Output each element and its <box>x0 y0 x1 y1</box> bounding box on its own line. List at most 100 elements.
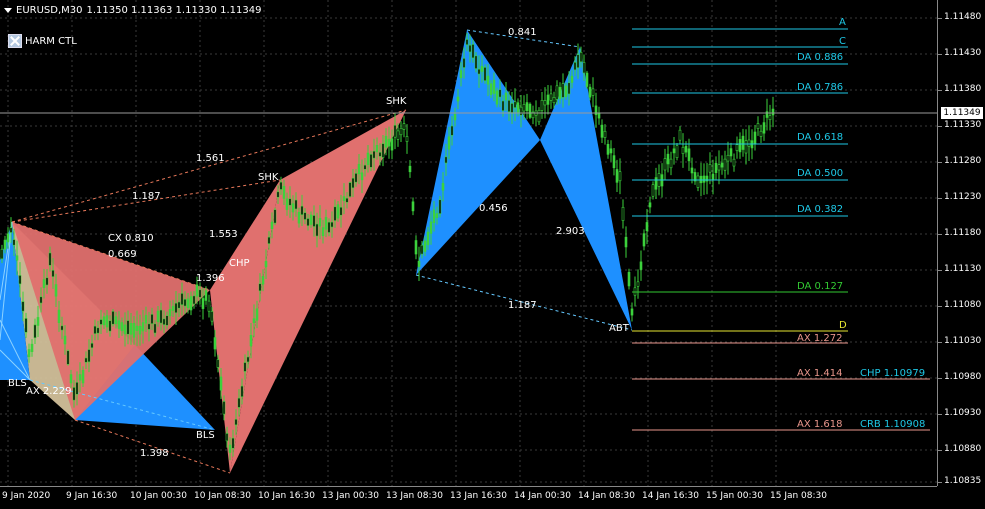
candle-body <box>0 248 4 260</box>
candle-body <box>492 79 496 94</box>
candle-body <box>504 92 508 101</box>
candle-body <box>417 260 421 267</box>
candle-body <box>114 316 118 325</box>
candle-body <box>666 153 670 165</box>
ratio-label: 1.561 <box>196 153 225 164</box>
candle-body <box>456 96 460 102</box>
candle-body <box>123 324 127 335</box>
time-tick: 13 Jan 08:30 <box>386 491 443 501</box>
candle-body <box>93 325 97 334</box>
candle-body <box>231 437 235 449</box>
price-tick-mark <box>938 198 942 199</box>
price-tick: 1.10835 <box>944 476 982 486</box>
price-axis[interactable]: 1.11480 1.11430 1.11380 1.11330 1.11280 1.112… <box>937 0 985 486</box>
candle-body <box>345 197 349 203</box>
time-axis[interactable]: 9 Jan 2020 9 Jan 16:30 10 Jan 00:30 10 Jan … <box>0 486 937 509</box>
harm-ctl-indicator[interactable]: HARM CTL <box>8 34 77 48</box>
candle-body <box>147 323 151 330</box>
candle-body <box>711 173 715 181</box>
candle-body <box>741 135 745 150</box>
candle-body <box>300 205 304 216</box>
candle-body <box>297 211 301 224</box>
candle-body <box>18 275 22 285</box>
candle-body <box>483 67 487 81</box>
price-tick: 1.10980 <box>944 372 982 382</box>
candle-body <box>171 305 175 311</box>
ratio-label: 0.669 <box>108 249 137 260</box>
chart-menu-icon[interactable] <box>4 7 12 13</box>
candle-body <box>396 130 400 140</box>
indicator-label: HARM CTL <box>25 35 77 47</box>
candle-body <box>312 215 316 227</box>
close-icon[interactable] <box>8 34 22 48</box>
candle-body <box>702 175 706 183</box>
time-tick: 9 Jan 2020 <box>2 491 51 501</box>
level-label: CHP 1.10979 <box>860 368 926 379</box>
candle-body <box>60 325 64 331</box>
candle-body <box>177 301 181 309</box>
candle-body <box>435 213 439 218</box>
ratio-label: 1.187 <box>508 300 537 311</box>
candle-body <box>489 83 493 95</box>
candle-body <box>348 182 352 197</box>
candle-body <box>624 236 628 248</box>
price-tick-mark <box>938 126 942 127</box>
candle-body <box>606 143 610 155</box>
ratio-label: AX 2.229 <box>26 386 72 397</box>
symbol-timeframe: EURUSD,M30 <box>16 4 83 16</box>
time-tick: 10 Jan 16:30 <box>258 491 315 501</box>
candle-body <box>561 83 565 98</box>
ratio-label: 1.396 <box>196 273 225 284</box>
level-label: DA 0.786 <box>797 82 844 93</box>
price-tick-mark <box>938 234 942 235</box>
candle-body <box>537 109 541 123</box>
candle-body <box>198 289 202 298</box>
candle-body <box>57 309 61 323</box>
candle-body <box>528 103 532 118</box>
candle-body <box>51 270 55 277</box>
candle-body <box>186 298 190 309</box>
candle-body <box>228 444 232 453</box>
candle-body <box>546 94 550 105</box>
time-tick: 10 Jan 08:30 <box>194 491 251 501</box>
candle-body <box>582 62 586 74</box>
candle-body <box>126 320 130 335</box>
candle-body <box>264 261 268 268</box>
candle-body <box>219 376 223 391</box>
candle-body <box>135 325 139 332</box>
candle-body <box>159 309 163 324</box>
candle-body <box>771 108 775 116</box>
candle-body <box>714 162 718 173</box>
level-label: AX 1.618 <box>797 419 843 430</box>
candle-body <box>15 255 19 261</box>
candle-body <box>282 185 286 199</box>
candle-body <box>738 139 742 153</box>
candle-body <box>105 315 109 328</box>
candle-body <box>429 221 433 234</box>
candle-body <box>63 335 67 345</box>
price-tick-mark <box>938 342 942 343</box>
candle-body <box>378 152 382 157</box>
candle-body <box>507 100 511 113</box>
candle-body <box>672 148 676 154</box>
candle-body <box>420 244 424 255</box>
ratio-label: CX 0.810 <box>108 233 154 244</box>
candle-body <box>150 314 154 324</box>
candle-body <box>621 206 625 221</box>
price-tick: 1.11280 <box>944 156 982 166</box>
candle-body <box>597 113 601 119</box>
time-tick: 10 Jan 00:30 <box>130 491 187 501</box>
candle-body <box>570 75 574 83</box>
candle-body <box>222 401 226 415</box>
candle-body <box>324 217 328 230</box>
candle-body <box>753 131 757 144</box>
candle-body <box>567 82 571 95</box>
candle-body <box>162 318 166 325</box>
candle-body <box>387 138 391 147</box>
candle-body <box>735 144 739 151</box>
candle-body <box>129 323 133 335</box>
candle-body <box>42 279 46 289</box>
ratio-label: 0.841 <box>508 27 537 38</box>
candle-body <box>111 311 115 325</box>
candle-body <box>165 315 169 326</box>
